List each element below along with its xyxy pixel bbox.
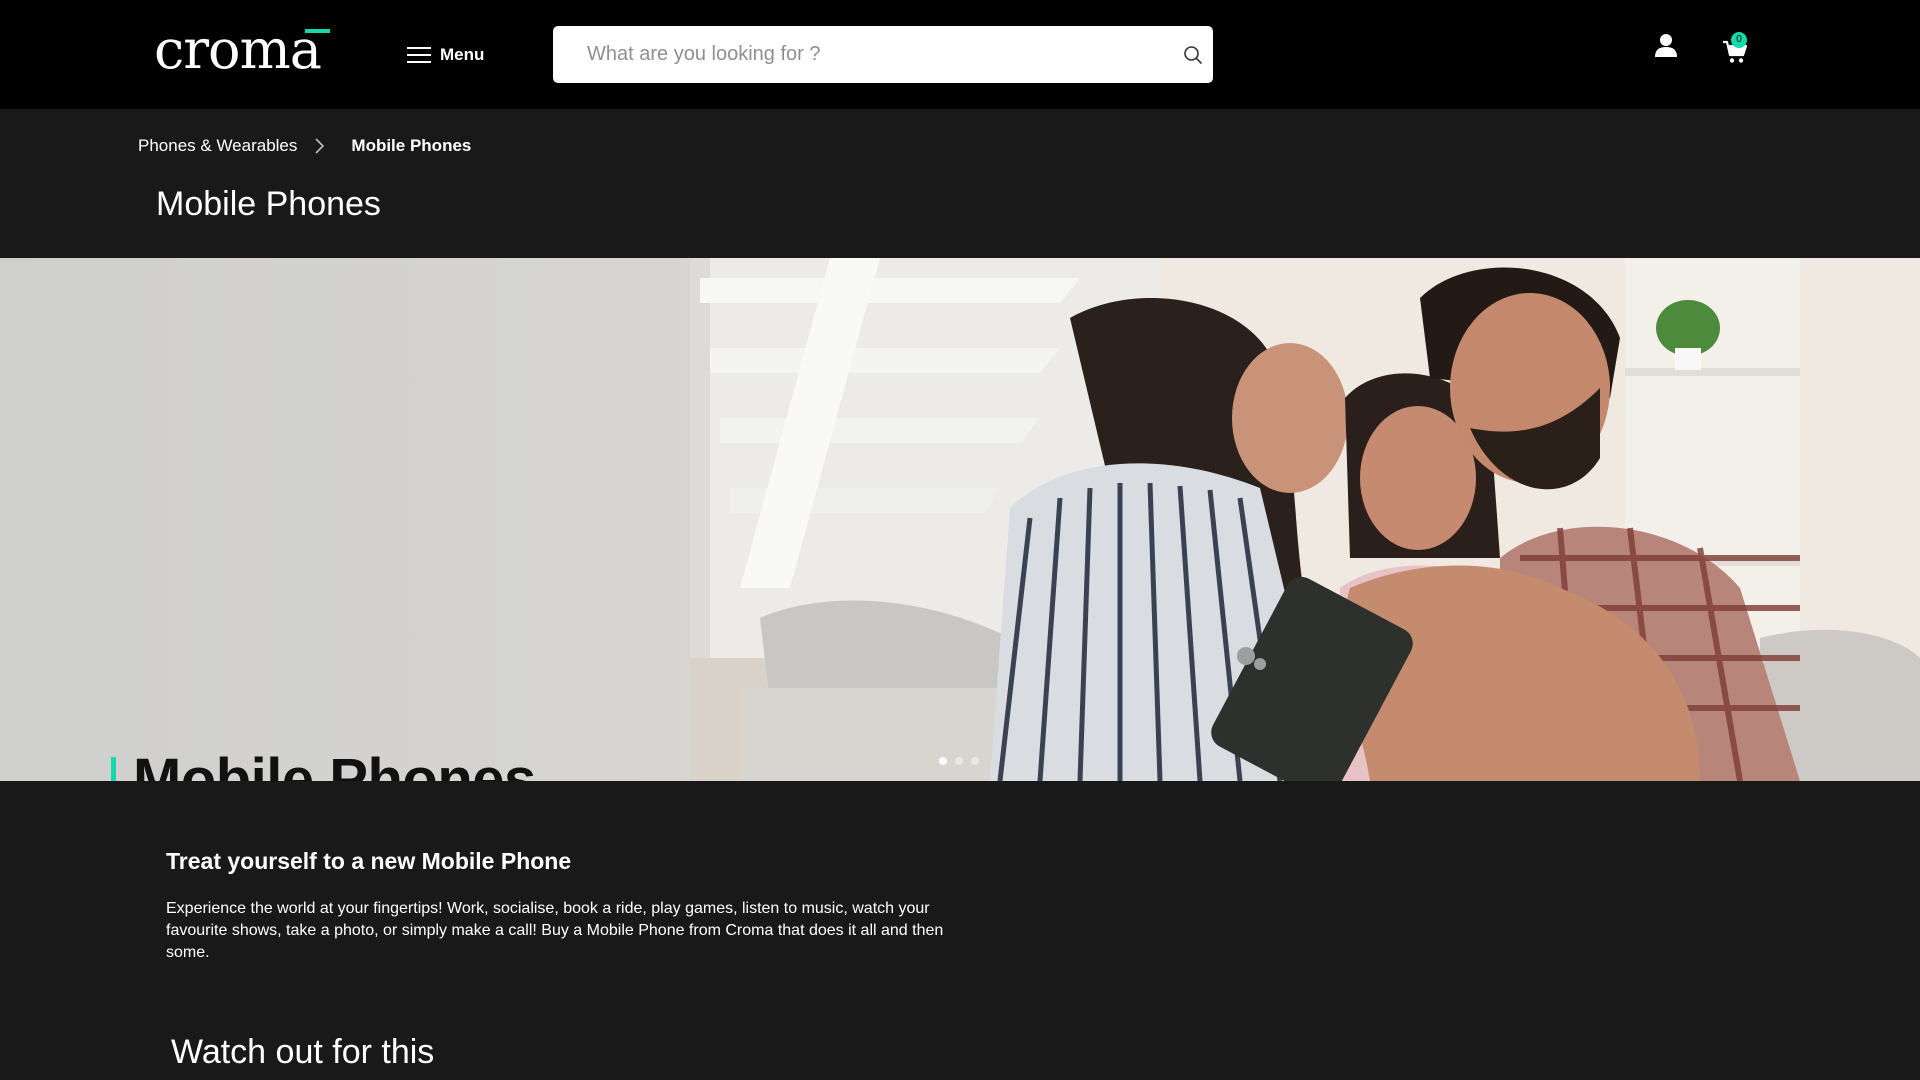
- carousel-dot-1[interactable]: [939, 757, 947, 765]
- search-bar: [553, 26, 1213, 83]
- menu-label: Menu: [440, 45, 485, 64]
- page-title: Mobile Phones: [156, 185, 381, 223]
- carousel-dot-3[interactable]: [971, 757, 979, 765]
- banner-accent-bar: [111, 757, 116, 781]
- banner-photo: [690, 258, 1920, 781]
- breadcrumb-link-phones-wearables[interactable]: Phones & Wearables: [138, 136, 297, 156]
- breadcrumb-current: Mobile Phones: [351, 136, 472, 155]
- intro-text: Experience the world at your fingertips!…: [166, 900, 944, 961]
- carousel-dot-2[interactable]: [955, 757, 963, 765]
- banner-heading: Mobile Phones: [133, 747, 536, 781]
- carousel-dots: [939, 757, 979, 765]
- cart-count-badge: 0: [1731, 32, 1747, 48]
- menu-button[interactable]: Menu: [407, 44, 484, 66]
- search-icon[interactable]: [1183, 45, 1203, 65]
- chevron-right-icon: [315, 138, 325, 154]
- user-icon[interactable]: [1653, 32, 1679, 58]
- croma-logo[interactable]: croma: [154, 20, 322, 80]
- breadcrumb: Phones & Wearables Mobile Phones: [138, 136, 471, 156]
- intro-heading: Treat yourself to a new Mobile Phone: [166, 848, 572, 874]
- menu-icon: [407, 47, 431, 63]
- top-header: croma Menu 0: [0, 0, 1920, 109]
- logo-accent-bar: [305, 29, 330, 33]
- hero-banner[interactable]: Mobile Phones: [0, 258, 1920, 781]
- watch-out-heading: Watch out for this: [171, 1033, 435, 1071]
- search-input[interactable]: [587, 26, 1147, 83]
